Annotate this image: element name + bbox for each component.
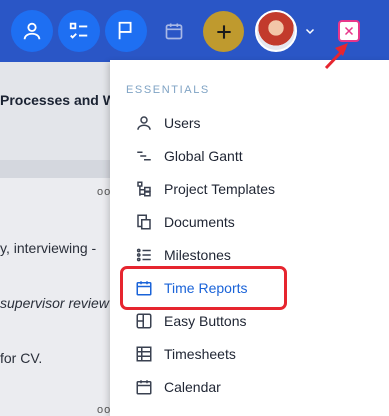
flag-button[interactable] <box>105 10 147 52</box>
background-heading: Processes and W <box>0 92 116 108</box>
easy-buttons-icon <box>134 311 154 331</box>
background-line: y, interviewing - <box>0 240 97 256</box>
menu-item-label: Easy Buttons <box>164 313 247 329</box>
checklist-icon <box>69 22 88 39</box>
menu-item-label: Project Templates <box>164 181 276 197</box>
flag-icon <box>118 21 132 40</box>
milestones-icon <box>134 245 154 265</box>
menu-item-label: Documents <box>164 214 235 230</box>
plus-icon <box>216 24 231 39</box>
menu-item-users[interactable]: Users <box>110 108 389 138</box>
user-icon <box>23 22 41 40</box>
chevron-down-icon[interactable] <box>301 22 319 40</box>
menu-item-label: Users <box>164 115 201 131</box>
menu-item-documents[interactable]: Documents <box>110 207 389 237</box>
calendar-icon <box>165 23 183 40</box>
menu-item-label: Timesheets <box>164 346 236 362</box>
template-icon <box>134 179 154 199</box>
menu-item-label: Calendar <box>164 379 221 395</box>
timesheet-icon <box>134 344 154 364</box>
calendar-button[interactable] <box>161 18 187 44</box>
essentials-menu: ESSENTIALS Users Global Gantt Project Te… <box>110 60 389 416</box>
user-icon <box>134 113 154 133</box>
menu-item-label: Milestones <box>164 247 231 263</box>
close-icon <box>344 26 354 36</box>
background-line: supervisor review <box>0 295 109 311</box>
gantt-icon <box>134 146 154 166</box>
avatar[interactable] <box>255 10 297 52</box>
profile-button[interactable] <box>11 10 53 52</box>
highlight-box <box>120 266 287 310</box>
menu-item-easy-buttons[interactable]: Easy Buttons <box>110 306 389 336</box>
menu-item-project-templates[interactable]: Project Templates <box>110 174 389 204</box>
menu-item-global-gantt[interactable]: Global Gantt <box>110 141 389 171</box>
documents-icon <box>134 212 154 232</box>
background-line: for CV. <box>0 350 43 366</box>
pointer-arrow-icon <box>324 43 348 70</box>
menu-item-timesheets[interactable]: Timesheets <box>110 339 389 369</box>
menu-item-calendar[interactable]: Calendar <box>110 372 389 402</box>
add-button[interactable] <box>203 11 244 52</box>
background-separator <box>0 160 115 178</box>
calendar-icon <box>134 377 154 397</box>
tasks-button[interactable] <box>58 10 100 52</box>
menu-item-label: Global Gantt <box>164 148 243 164</box>
section-label: ESSENTIALS <box>126 84 210 96</box>
